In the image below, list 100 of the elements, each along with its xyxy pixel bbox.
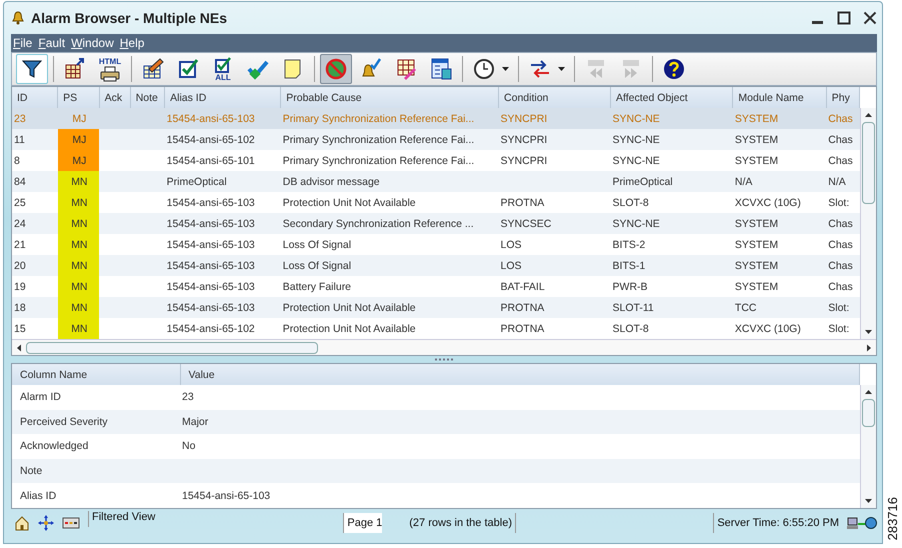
- table-cell: LOS: [498, 255, 611, 276]
- table-cell: XCVXC (10G): [732, 192, 826, 213]
- alarm-row[interactable]: 18 MN 15454-ansi-65-103 Protection Unit Not Available PROTNA SLOT-11 TCC Slot:: [12, 297, 860, 318]
- table-cell: Chas: [826, 129, 860, 150]
- table-cell: Note: [12, 458, 180, 484]
- table-cell: Chas: [826, 108, 860, 129]
- alarm-row[interactable]: 15 MN 15454-ansi-65-102 Protection Unit Not Available PROTNA SLOT-8 XCVXC (10G) Slot:: [12, 318, 860, 339]
- alarm-row[interactable]: 20 MN 15454-ansi-65-103 Loss Of Signal LOS BITS-1 SYSTEM Chas: [12, 255, 860, 276]
- menu-item[interactable]: Fault: [38, 36, 66, 50]
- move-icon[interactable]: [38, 515, 54, 531]
- alarm-row[interactable]: 8 MJ 15454-ansi-65-101 Primary Synchronization Reference Fai... SYNCPRI SYNC-NE SYSTEM Chas: [12, 150, 860, 171]
- alarm-row[interactable]: 19 MN 15454-ansi-65-103 Battery Failure BAT-FAIL PWR-B SYSTEM Chas: [12, 276, 860, 297]
- alarm-row[interactable]: 84 MN PrimeOptical DB advisor message PrimeOptical N/A N/A: [12, 171, 860, 192]
- column-header[interactable]: Alias ID: [164, 87, 281, 108]
- table-cell: SYNCPRI: [498, 129, 611, 150]
- table-cell: 19: [12, 276, 58, 297]
- table-cell: Chas: [826, 213, 860, 234]
- table-cell: BITS-2: [610, 234, 733, 255]
- table-cell: SYSTEM: [732, 255, 826, 276]
- toolbar-button[interactable]: [16, 54, 48, 84]
- column-header[interactable]: Probable Cause: [280, 87, 499, 108]
- alarm-row[interactable]: 11 MJ 15454-ansi-65-102 Primary Synchronization Reference Fai... SYNCPRI SYNC-NE SYSTEM Chas: [12, 129, 860, 150]
- grip-icon[interactable]: [434, 358, 454, 361]
- table-cell: Protection Unit Not Available: [280, 318, 499, 339]
- table-cell: 15454-ansi-65-102: [164, 318, 281, 339]
- close-icon[interactable]: [863, 11, 877, 25]
- scroll-thumb[interactable]: [26, 342, 318, 354]
- alarm-row[interactable]: 21 MN 15454-ansi-65-103 Loss Of Signal LOS BITS-2 SYSTEM Chas: [12, 234, 860, 255]
- severity-cell: MJ: [58, 108, 100, 129]
- vertical-scrollbar[interactable]: [860, 385, 876, 508]
- table-cell: 23: [12, 108, 58, 129]
- table-cell: SYSTEM: [732, 150, 826, 171]
- table-cell: 15454-ansi-65-103: [164, 297, 281, 318]
- table-cell: Primary Synchronization Reference Fai...: [280, 108, 499, 129]
- table-cell: 15: [12, 318, 58, 339]
- column-header[interactable]: PS: [58, 87, 100, 108]
- column-header[interactable]: Value: [180, 364, 860, 385]
- column-header[interactable]: Note: [130, 87, 165, 108]
- table-cell: 8: [12, 150, 58, 171]
- column-header[interactable]: Phy: [826, 87, 860, 108]
- column-header[interactable]: Affected Object: [610, 87, 733, 108]
- table-cell: Slot:: [826, 192, 860, 213]
- toolbar-button[interactable]: ALL: [207, 54, 239, 84]
- table-cell: SYNC-NE: [610, 108, 733, 129]
- window-title: Alarm Browser - Multiple NEs: [31, 10, 228, 26]
- clock-icon: [472, 57, 496, 81]
- table-cell: Battery Failure: [280, 276, 499, 297]
- panel-icon[interactable]: [62, 516, 80, 530]
- table-cell: Secondary Synchronization Reference ...: [280, 213, 499, 234]
- home-icon[interactable]: [14, 515, 30, 531]
- column-header[interactable]: Column Name: [12, 364, 180, 385]
- network-icon: [847, 515, 877, 531]
- table-cell: 18: [12, 297, 58, 318]
- table-cell: PrimeOptical: [164, 171, 281, 192]
- severity-cell: MN: [58, 318, 100, 339]
- column-header[interactable]: Module Name: [732, 87, 826, 108]
- menu-item[interactable]: Window: [71, 36, 114, 50]
- table-cell: PROTNA: [498, 192, 611, 213]
- table-cell: SLOT-8: [610, 318, 733, 339]
- table-icon: [429, 57, 453, 81]
- scroll-thumb[interactable]: [862, 122, 875, 204]
- bell-icon: [11, 11, 25, 25]
- table-cell: SYSTEM: [732, 276, 826, 297]
- table-cell: SLOT-8: [610, 192, 733, 213]
- table-cell: PROTNA: [498, 318, 611, 339]
- menu-item[interactable]: Help: [120, 36, 144, 50]
- horizontal-scrollbar[interactable]: [12, 339, 876, 355]
- table-cell: [99, 129, 130, 150]
- table-cell: 21: [12, 234, 58, 255]
- table-cell: Acknowledged: [12, 434, 180, 459]
- table-cell: BAT-FAIL: [498, 276, 611, 297]
- severity-cell: MN: [58, 213, 100, 234]
- scroll-thumb[interactable]: [862, 399, 875, 427]
- table-cell: [99, 213, 130, 234]
- table-cell: SYNCPRI: [498, 108, 611, 129]
- column-header[interactable]: Condition: [498, 87, 611, 108]
- table-cell: 15454-ansi-65-102: [164, 129, 281, 150]
- alarm-row[interactable]: 25 MN 15454-ansi-65-103 Protection Unit Not Available PROTNA SLOT-8 XCVXC (10G) Slot:: [12, 192, 860, 213]
- alarm-row[interactable]: 24 MN 15454-ansi-65-103 Secondary Synchronization Reference ... SYNCSEC SYNC-NE SYSTEM Chas: [12, 213, 860, 234]
- vertical-scrollbar[interactable]: [860, 108, 876, 339]
- table-cell: 15454-ansi-65-103: [164, 234, 281, 255]
- table-cell: SYSTEM: [732, 108, 826, 129]
- table-cell: SYNC-NE: [610, 213, 733, 234]
- table-cell: 15454-ansi-65-103: [164, 276, 281, 297]
- toolbar-button[interactable]: HTML: [94, 54, 126, 84]
- grid-arrow-icon: [63, 57, 87, 81]
- column-header[interactable]: ID: [12, 87, 58, 108]
- column-header[interactable]: Ack: [99, 87, 130, 108]
- row-count: (27 rows in the table): [406, 513, 516, 533]
- table-cell: Primary Synchronization Reference Fai...: [280, 129, 499, 150]
- severity-cell: MN: [58, 276, 100, 297]
- table-cell: PrimeOptical: [610, 171, 733, 192]
- table-cell: Major: [180, 410, 860, 434]
- maximize-icon[interactable]: [837, 11, 851, 25]
- help-icon: [662, 57, 686, 81]
- no-entry-icon: [324, 57, 348, 81]
- table-cell: SLOT-11: [610, 297, 733, 318]
- table-cell: Chas: [826, 150, 860, 171]
- menu-item[interactable]: File: [13, 36, 32, 50]
- table-cell: PWR-B: [610, 276, 733, 297]
